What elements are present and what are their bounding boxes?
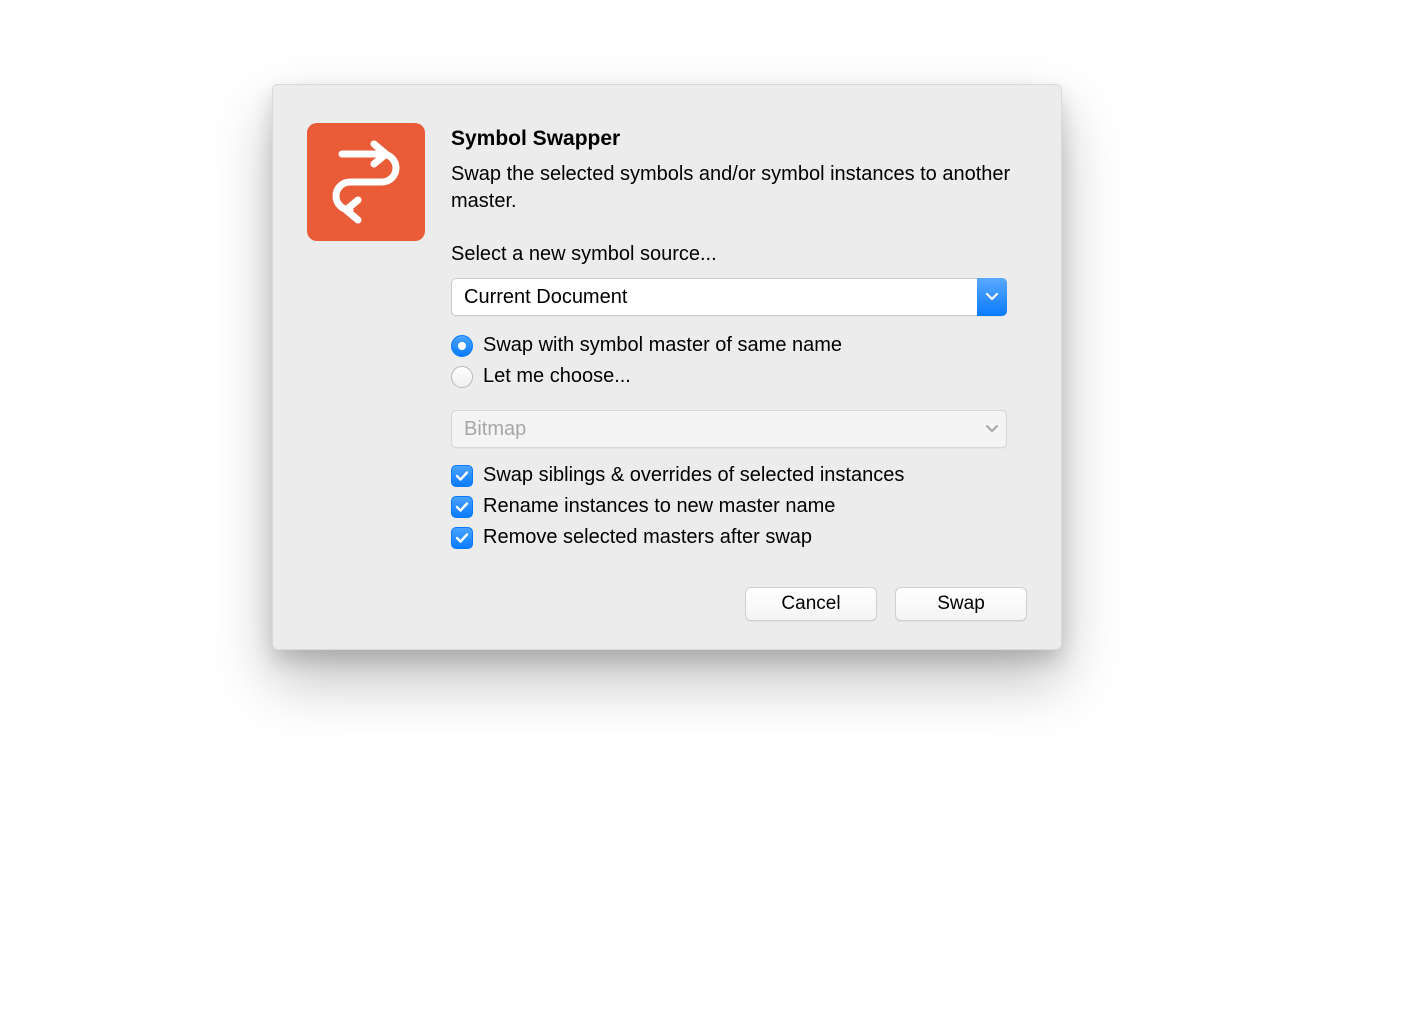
dialog-title: Symbol Swapper [451,127,1027,151]
swap-button[interactable]: Swap [895,587,1027,621]
target-symbol-select: Bitmap [451,410,1007,448]
radio-same-name[interactable]: Swap with symbol master of same name [451,334,1027,357]
cancel-button[interactable]: Cancel [745,587,877,621]
swap-button-label: Swap [937,593,985,615]
check-swap-siblings[interactable]: Swap siblings & overrides of selected in… [451,464,1027,487]
dialog-description: Swap the selected symbols and/or symbol … [451,161,1027,215]
symbol-swapper-dialog: Symbol Swapper Swap the selected symbols… [272,84,1062,650]
check-label: Remove selected masters after swap [483,526,812,549]
dialog-button-row: Cancel Swap [307,587,1027,621]
symbol-source-value: Current Document [464,286,627,309]
checkmark-icon [451,527,473,549]
radio-icon [451,335,473,357]
radio-label: Let me choose... [483,365,631,388]
chevron-down-icon [977,410,1007,448]
check-label: Swap siblings & overrides of selected in… [483,464,904,487]
check-remove[interactable]: Remove selected masters after swap [451,526,1027,549]
check-rename[interactable]: Rename instances to new master name [451,495,1027,518]
target-symbol-value: Bitmap [464,418,526,441]
options-group: Swap siblings & overrides of selected in… [451,464,1027,549]
swap-mode-radiogroup: Swap with symbol master of same name Let… [451,334,1027,388]
cancel-button-label: Cancel [781,593,840,615]
check-label: Rename instances to new master name [483,495,835,518]
source-label: Select a new symbol source... [451,243,1027,266]
radio-icon [451,366,473,388]
symbol-source-select[interactable]: Current Document [451,278,1007,316]
chevron-down-icon [977,278,1007,316]
checkmark-icon [451,465,473,487]
radio-label: Swap with symbol master of same name [483,334,842,357]
checkmark-icon [451,496,473,518]
radio-let-me-choose[interactable]: Let me choose... [451,365,1027,388]
app-swap-icon [307,123,425,241]
